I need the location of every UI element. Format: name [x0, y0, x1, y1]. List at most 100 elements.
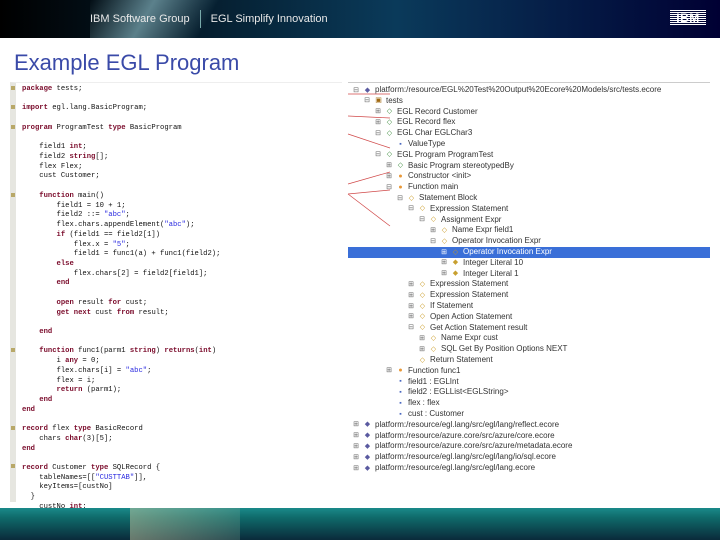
tree-row[interactable]: ⊟◇Expression Statement: [348, 204, 710, 215]
attr-icon: ▪: [396, 399, 405, 408]
cls-gold-icon: ◇: [418, 302, 427, 311]
tree-row[interactable]: ⊞◇EGL Record Customer: [348, 107, 710, 118]
tree-row[interactable]: ⊞●Function func1: [348, 366, 710, 377]
tree-row[interactable]: ⊞◇EGL Record flex: [348, 117, 710, 128]
expand-icon[interactable]: ⊞: [407, 302, 415, 310]
collapse-icon[interactable]: ⊟: [407, 205, 415, 213]
tree-row[interactable]: ▪field2 : EGLList<EGLString>: [348, 387, 710, 398]
expand-icon[interactable]: ⊞: [418, 335, 426, 343]
lit-icon: ◆: [451, 269, 460, 278]
tree-row[interactable]: ⊞◆platform:/resource/egl.lang/src/egl/la…: [348, 420, 710, 431]
tree-row[interactable]: ⊟▣tests: [348, 96, 710, 107]
tree-row[interactable]: ⊟◇Operator Invocation Expr: [348, 236, 710, 247]
tree-label: Function func1: [408, 366, 460, 377]
collapse-icon[interactable]: ⊟: [418, 216, 426, 224]
tree-row[interactable]: ⊞◇Open Action Statement: [348, 312, 710, 323]
expand-icon[interactable]: ⊞: [385, 173, 393, 181]
collapse-icon[interactable]: ⊟: [407, 324, 415, 332]
expand-icon[interactable]: ⊞: [352, 464, 360, 472]
tree-label: EGL Program ProgramTest: [397, 150, 493, 161]
code-line: field1 = 10 + 1;: [18, 202, 342, 212]
tree-row[interactable]: ▪cust : Customer: [348, 409, 710, 420]
tree-row[interactable]: ⊟◇Get Action Statement result: [348, 323, 710, 334]
cls-gold-icon: ◇: [440, 237, 449, 246]
tree-row[interactable]: ▪field1 : EGLInt: [348, 377, 710, 388]
collapse-icon[interactable]: ⊟: [363, 97, 371, 105]
collapse-icon[interactable]: ⊟: [429, 238, 437, 246]
expand-icon[interactable]: ⊞: [440, 259, 448, 267]
tree-label: ValueType: [408, 139, 445, 150]
code-line: if (field1 == field2[1]): [18, 231, 342, 241]
tree-row[interactable]: ▪ValueType: [348, 139, 710, 150]
expand-icon[interactable]: ⊞: [352, 453, 360, 461]
tree-row[interactable]: ⊞◆platform:/resource/azure.core/src/azur…: [348, 441, 710, 452]
tree-row[interactable]: ⊞◇SQL Get By Position Options NEXT: [348, 344, 710, 355]
lit-icon: ◆: [451, 259, 460, 268]
expand-icon[interactable]: ⊞: [407, 292, 415, 300]
tree-row[interactable]: ⊞◇Name Expr cust: [348, 333, 710, 344]
gutter-marker: [11, 86, 15, 90]
expand-icon[interactable]: ⊞: [440, 270, 448, 278]
code-line: chars char(3)[5];: [18, 435, 342, 445]
code-line: package tests;: [18, 85, 342, 95]
cls-gold-icon: ◇: [418, 280, 427, 289]
tree-label: flex : flex: [408, 398, 440, 409]
code-line: flex Flex;: [18, 163, 342, 173]
expand-icon[interactable]: ⊞: [352, 432, 360, 440]
twisty-none: [385, 400, 393, 408]
collapse-icon[interactable]: ⊟: [396, 194, 404, 202]
collapse-icon[interactable]: ⊟: [385, 184, 393, 192]
tree-row[interactable]: ⊟◆platform:/resource/EGL%20Test%20Output…: [348, 85, 710, 96]
tree-row[interactable]: ⊟◇EGL Program ProgramTest: [348, 150, 710, 161]
tree-row[interactable]: ⊟◇EGL Char EGLChar3: [348, 128, 710, 139]
collapse-icon[interactable]: ⊟: [374, 130, 382, 138]
gutter-marker: [11, 193, 15, 197]
expand-icon[interactable]: ⊞: [407, 281, 415, 289]
tree-row[interactable]: ⊟●Function main: [348, 182, 710, 193]
tree-label: Constructor <init>: [408, 171, 471, 182]
outline-tree-pane[interactable]: ⊟◆platform:/resource/EGL%20Test%20Output…: [348, 82, 710, 502]
code-line: flex.x = "5";: [18, 241, 342, 251]
tree-row[interactable]: ⊞◇Expression Statement: [348, 290, 710, 301]
tree-row[interactable]: ▪flex : flex: [348, 398, 710, 409]
tree-row[interactable]: ⊞◆Integer Literal 1: [348, 269, 710, 280]
expand-icon[interactable]: ⊞: [385, 162, 393, 170]
tree-row[interactable]: ⊞◇If Statement: [348, 301, 710, 312]
expand-icon[interactable]: ⊞: [385, 367, 393, 375]
tree-row[interactable]: ⊟◇Assignment Expr: [348, 215, 710, 226]
tree-label: platform:/resource/egl.lang/src/egl/lang…: [375, 420, 559, 431]
tree-row[interactable]: ⊟◇Statement Block: [348, 193, 710, 204]
expand-icon[interactable]: ⊞: [440, 248, 448, 256]
code-line: [18, 95, 342, 105]
tree-label: Expression Statement: [430, 204, 508, 215]
op-icon: ●: [396, 367, 405, 376]
code-line: flex.chars[i] = "abc";: [18, 367, 342, 377]
expand-icon[interactable]: ⊞: [374, 108, 382, 116]
tree-row[interactable]: ⊞◇Operator Invocation Expr: [348, 247, 710, 258]
tree-label: If Statement: [430, 301, 473, 312]
twisty-none: [385, 389, 393, 397]
expand-icon[interactable]: ⊞: [352, 421, 360, 429]
collapse-icon[interactable]: ⊟: [374, 151, 382, 159]
expand-icon[interactable]: ⊞: [429, 227, 437, 235]
gutter-marker: [11, 105, 15, 109]
header-bar: IBM Software Group EGL Simplify Innovati…: [0, 0, 720, 38]
cls-gold-icon: ◇: [418, 291, 427, 300]
tree-row[interactable]: ⊞◆Integer Literal 10: [348, 258, 710, 269]
collapse-icon[interactable]: ⊟: [352, 86, 360, 94]
tree-row[interactable]: ⊞◇Expression Statement: [348, 279, 710, 290]
tree-row[interactable]: ◇Return Statement: [348, 355, 710, 366]
expand-icon[interactable]: ⊞: [352, 443, 360, 451]
tree-row[interactable]: ⊞◆platform:/resource/azure.core/src/azur…: [348, 431, 710, 442]
expand-icon[interactable]: ⊞: [418, 346, 426, 354]
tree-row[interactable]: ⊞◆platform:/resource/egl.lang/src/egl/la…: [348, 452, 710, 463]
tree-label: platform:/resource/egl.lang/src/egl/lang…: [375, 463, 535, 474]
expand-icon[interactable]: ⊞: [407, 313, 415, 321]
tree-row[interactable]: ⊞◇Name Expr field1: [348, 225, 710, 236]
tree-label: EGL Record flex: [397, 117, 455, 128]
tree-row[interactable]: ⊞●Constructor <init>: [348, 171, 710, 182]
expand-icon[interactable]: ⊞: [374, 119, 382, 127]
tree-row[interactable]: ⊞◆platform:/resource/egl.lang/src/egl/la…: [348, 463, 710, 474]
tree-row[interactable]: ⊞◇Basic Program stereotypedBy: [348, 161, 710, 172]
code-line: function func1(parm1 string) returns(int…: [18, 347, 342, 357]
